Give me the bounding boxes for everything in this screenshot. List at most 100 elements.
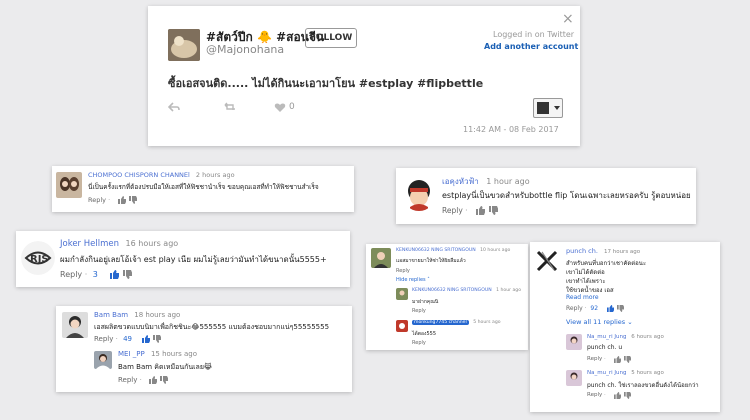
comment-text: ผมกำลังกินอยู่เลยโอ้เจ้า est play เนีย ผ… bbox=[60, 255, 327, 264]
thumbs-up-icon[interactable] bbox=[110, 270, 119, 279]
comment-author[interactable]: punch ch. bbox=[566, 247, 598, 255]
reply-time[interactable]: 1 hour ago bbox=[496, 288, 521, 293]
tweet-timestamp[interactable]: 11:42 AM - 08 Feb 2017 bbox=[463, 125, 559, 134]
reply-time[interactable]: 15 hours ago bbox=[151, 350, 197, 358]
thumbs-up-icon[interactable] bbox=[607, 305, 614, 312]
separator-dot: · bbox=[84, 270, 88, 279]
reply-avatar[interactable] bbox=[396, 320, 408, 332]
reply-icon[interactable] bbox=[168, 102, 180, 112]
thumbs-up-icon[interactable] bbox=[149, 376, 157, 384]
chevron-up-icon: ˄ bbox=[427, 277, 430, 283]
reply-text: Bam Bam คิดเหมือนกันเลย😹 bbox=[118, 363, 213, 371]
like-count: 49 bbox=[123, 335, 133, 343]
comment-author[interactable]: CHOMPOO CHISPORN CHANNEl bbox=[88, 171, 190, 179]
read-more-link[interactable]: Read more bbox=[566, 294, 599, 301]
reply-author[interactable]: Na_mu_ri Jung bbox=[587, 334, 626, 340]
commenter-avatar[interactable] bbox=[402, 177, 436, 211]
chevron-down-icon: ⌄ bbox=[627, 318, 633, 326]
commenter-avatar[interactable] bbox=[56, 172, 82, 198]
reply-button[interactable]: Reply bbox=[566, 305, 583, 312]
thumbs-up-icon[interactable] bbox=[614, 356, 621, 363]
svg-text:RJS: RJS bbox=[30, 254, 49, 265]
comment-card-chompoo: CHOMPOO CHISPORN CHANNEl 2 hours ago นี่… bbox=[52, 166, 354, 212]
separator-dot: · bbox=[115, 335, 118, 343]
reply-button[interactable]: Reply bbox=[587, 392, 602, 398]
separator-dot: · bbox=[108, 196, 111, 204]
tweet-avatar[interactable] bbox=[168, 29, 200, 61]
comment-author[interactable]: Bam Bam bbox=[94, 311, 128, 319]
thumbs-down-icon[interactable] bbox=[153, 335, 161, 343]
comment-text: นี่เป็นครั้งแรกที่ต้องปรบมือให้เอสที่ให้… bbox=[88, 183, 319, 191]
reply-author[interactable]: KENKUN06632 NING SRITONGOUN bbox=[412, 288, 492, 293]
view-all-replies-link[interactable]: View all 11 replies ⌄ bbox=[566, 318, 633, 326]
thumbs-down-icon[interactable] bbox=[160, 376, 168, 384]
reply-time[interactable]: 6 hours ago bbox=[631, 334, 664, 340]
commenter-avatar[interactable] bbox=[534, 248, 560, 274]
comment-author[interactable]: Joker Hellmen bbox=[60, 239, 119, 249]
reply-avatar[interactable] bbox=[396, 288, 408, 300]
separator-dot: · bbox=[139, 376, 142, 384]
reply-time[interactable]: 5 hours ago bbox=[631, 370, 664, 376]
comment-text: estplayนี่เป็นขวดสำหรับbottle flip โดนเฉ… bbox=[442, 191, 691, 200]
reply-button[interactable]: Reply bbox=[94, 335, 113, 343]
comment-author[interactable]: KENKUN06632 NING SRITONGOUN bbox=[396, 248, 476, 253]
reply-button[interactable]: Reply bbox=[88, 196, 106, 204]
hide-replies-link[interactable]: Hide replies ˄ bbox=[396, 277, 430, 283]
reply-button[interactable]: Reply bbox=[587, 356, 602, 362]
reply-button[interactable]: Reply bbox=[412, 308, 426, 314]
thumbs-down-icon[interactable] bbox=[489, 206, 498, 215]
reply-button[interactable]: Reply bbox=[442, 206, 463, 215]
comment-text: แอสมาขายมาให้ซ่าให้ผิยลืมแล้ว bbox=[396, 258, 466, 264]
reply-author[interactable]: monkung7745 channel bbox=[412, 320, 469, 325]
separator-dot: · bbox=[584, 305, 587, 312]
view-all-replies-label[interactable]: View all 11 replies bbox=[566, 318, 625, 326]
comment-time[interactable]: 2 hours ago bbox=[196, 171, 235, 179]
reply-text: ได้ตอง555 bbox=[412, 331, 436, 337]
reply-avatar[interactable] bbox=[566, 370, 582, 386]
close-icon[interactable]: × bbox=[562, 11, 574, 27]
reply-button[interactable]: Reply bbox=[396, 268, 410, 274]
comment-time[interactable]: 17 hours ago bbox=[604, 249, 640, 255]
comment-author[interactable]: เอคุงหัวฟ้า bbox=[442, 177, 479, 186]
comment-card-kenkun: KENKUN06632 NING SRITONGOUN 10 hours ago… bbox=[366, 244, 528, 350]
commenter-avatar[interactable]: RJS bbox=[21, 241, 55, 275]
thumbs-up-icon[interactable] bbox=[142, 335, 150, 343]
reply-time[interactable]: 5 hours ago bbox=[473, 320, 500, 325]
like-icon[interactable] bbox=[274, 102, 286, 113]
logged-in-text: Logged in on Twitter bbox=[493, 30, 575, 39]
thumbs-down-icon[interactable] bbox=[617, 305, 624, 312]
tweet-media-thumbnail[interactable] bbox=[533, 98, 563, 118]
tweet-handle[interactable]: @Majonohana bbox=[206, 43, 284, 56]
separator-dot: · bbox=[465, 206, 468, 215]
comment-text: เอสผลิตขวดแบบนิมาเพื่อกิชชินะ😂555555 แบม… bbox=[94, 323, 330, 331]
thumbs-up-icon[interactable] bbox=[614, 392, 621, 399]
like-count: 3 bbox=[92, 270, 98, 279]
thumbs-down-icon[interactable] bbox=[123, 270, 132, 279]
reply-button[interactable]: Reply bbox=[60, 270, 82, 279]
hide-replies-label[interactable]: Hide replies bbox=[396, 277, 426, 283]
thumbs-down-icon[interactable] bbox=[129, 196, 137, 204]
comment-time[interactable]: 18 hours ago bbox=[134, 311, 180, 319]
follow-button[interactable]: FOLLOW bbox=[305, 28, 357, 48]
reply-avatar[interactable] bbox=[566, 334, 582, 350]
reply-author[interactable]: Na_mu_ri Jung bbox=[587, 370, 626, 376]
commenter-avatar[interactable] bbox=[62, 312, 88, 338]
comment-card-joker: RJS Joker Hellmen 16 hours ago ผมกำลังกิ… bbox=[16, 231, 350, 287]
comment-time[interactable]: 16 hours ago bbox=[126, 239, 179, 248]
comment-time[interactable]: 1 hour ago bbox=[486, 177, 529, 186]
reply-button[interactable]: Reply bbox=[118, 376, 137, 384]
reply-avatar[interactable] bbox=[94, 351, 112, 369]
comment-card-ekung: เอคุงหัวฟ้า 1 hour ago estplayนี่เป็นขวด… bbox=[396, 168, 696, 224]
thumbs-up-icon[interactable] bbox=[476, 206, 485, 215]
comment-time[interactable]: 10 hours ago bbox=[480, 248, 510, 253]
commenter-avatar[interactable] bbox=[371, 248, 391, 268]
reply-author[interactable]: MEI _PP bbox=[118, 350, 145, 358]
like-count: 0 bbox=[289, 102, 295, 112]
add-account-link[interactable]: Add another account bbox=[484, 42, 578, 51]
comment-card-bambam: Bam Bam 18 hours ago เอสผลิตขวดแบบนิมาเพ… bbox=[56, 306, 352, 392]
reply-button[interactable]: Reply bbox=[412, 340, 426, 346]
thumbs-down-icon[interactable] bbox=[624, 392, 631, 399]
thumbs-down-icon[interactable] bbox=[624, 356, 631, 363]
thumbs-up-icon[interactable] bbox=[118, 196, 126, 204]
retweet-icon[interactable] bbox=[223, 102, 237, 112]
